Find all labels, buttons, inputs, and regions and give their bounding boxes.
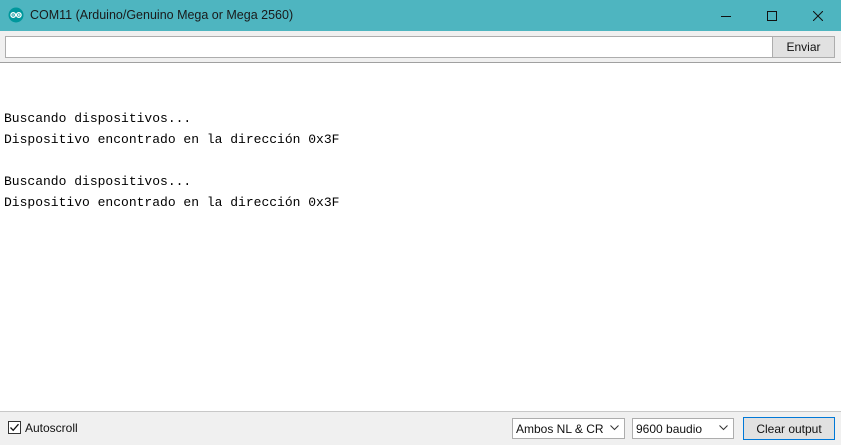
autoscroll-checkbox[interactable] — [8, 421, 21, 434]
baud-rate-value: 9600 baudio — [636, 422, 703, 436]
baud-rate-select[interactable]: 9600 baudio — [632, 418, 734, 439]
arduino-logo-icon — [8, 7, 24, 23]
line-ending-select[interactable]: Ambos NL & CR — [512, 418, 625, 439]
bottom-bar: Autoscroll Ambos NL & CR 9600 baudio Cle… — [0, 412, 841, 445]
output-line: Buscando dispositivos... — [4, 111, 192, 126]
chevron-down-icon — [719, 425, 728, 431]
minimize-button[interactable] — [703, 0, 749, 31]
output-line: Buscando dispositivos... — [4, 174, 192, 189]
window-title: COM11 (Arduino/Genuino Mega or Mega 2560… — [30, 8, 294, 22]
send-button[interactable]: Enviar — [772, 36, 835, 58]
send-bar: Enviar — [0, 31, 841, 63]
close-icon — [813, 10, 823, 21]
close-button[interactable] — [795, 0, 841, 31]
title-bar[interactable]: COM11 (Arduino/Genuino Mega or Mega 2560… — [0, 0, 841, 31]
send-input[interactable] — [5, 36, 775, 58]
output-line: Dispositivo encontrado en la dirección 0… — [4, 132, 340, 147]
checkmark-icon — [10, 423, 19, 432]
clear-output-button[interactable]: Clear output — [743, 417, 835, 440]
chevron-down-icon — [610, 425, 619, 431]
autoscroll-label[interactable]: Autoscroll — [25, 421, 78, 435]
serial-output[interactable]: Buscando dispositivos... Dispositivo enc… — [0, 62, 841, 412]
output-line: Dispositivo encontrado en la dirección 0… — [4, 195, 340, 210]
line-ending-value: Ambos NL & CR — [516, 422, 604, 436]
maximize-icon — [767, 10, 777, 21]
maximize-button[interactable] — [749, 0, 795, 31]
minimize-icon — [721, 15, 731, 17]
